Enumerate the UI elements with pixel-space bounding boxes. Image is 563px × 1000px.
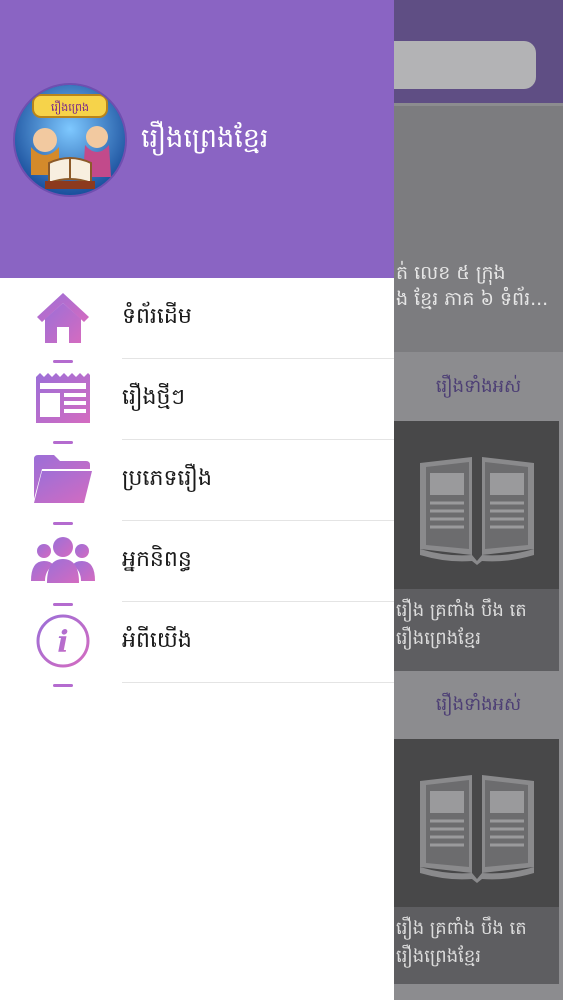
home-icon (30, 284, 96, 350)
menu-item-new-stories[interactable]: រឿងថ្មីៗ (0, 359, 394, 444)
users-icon (30, 527, 96, 593)
folder-icon (30, 446, 96, 512)
app-logo: រឿងព្រេង (13, 83, 127, 197)
menu-item-categories[interactable]: ប្រភេទរឿង (0, 440, 394, 525)
info-icon: i (30, 608, 96, 674)
book-icon (394, 421, 559, 589)
background-banner (394, 106, 563, 352)
book-icon (394, 739, 559, 907)
background-section-label: រឿងទាំងអស់ (435, 376, 522, 397)
background-banner-text: ត់ លេខ ៥ ក្រុង ង ខ្មែរ ភាគ ៦ ទំព័រ... (396, 262, 549, 310)
background-story-card: រឿង គ្រពាំង បឹង តេ រឿងព្រេងខ្មែរ (394, 421, 559, 671)
background-section-label: រឿងទាំងអស់ (435, 694, 522, 715)
menu-item-label: ទំព័រដើម (122, 304, 192, 329)
menu-item-label: ប្រភេទរឿង (122, 466, 212, 491)
newspaper-icon (30, 365, 96, 431)
background-search-bar (370, 41, 536, 89)
svg-text:i: i (57, 625, 68, 660)
drawer-header: រឿងព្រេង រឿងព្រេងខ្មែរ (0, 0, 394, 278)
drawer-menu: ទំព័រដើម រឿងថ្មីៗ ប្រភេទរឿង អ្នកនិពន្ធ i… (0, 278, 394, 687)
menu-item-home[interactable]: ទំព័រដើម (0, 278, 394, 363)
menu-item-label: រឿងថ្មីៗ (122, 385, 185, 410)
app-title: រឿងព្រេងខ្មែរ (141, 123, 269, 154)
background-story-card: រឿង គ្រពាំង បឹង តេ រឿងព្រេងខ្មែរ (394, 739, 559, 984)
menu-item-label: អ្នកនិពន្ធ (122, 547, 192, 572)
menu-item-authors[interactable]: អ្នកនិពន្ធ (0, 521, 394, 606)
svg-text:រឿងព្រេង: រឿងព្រេង (51, 100, 89, 115)
menu-item-about[interactable]: i អំពីយើង (0, 602, 394, 687)
navigation-drawer: រឿងព្រេង រឿងព្រេងខ្មែរ ទំព័រដើម រឿងថ្មីៗ… (0, 0, 394, 1000)
menu-item-label: អំពីយើង (122, 628, 192, 653)
